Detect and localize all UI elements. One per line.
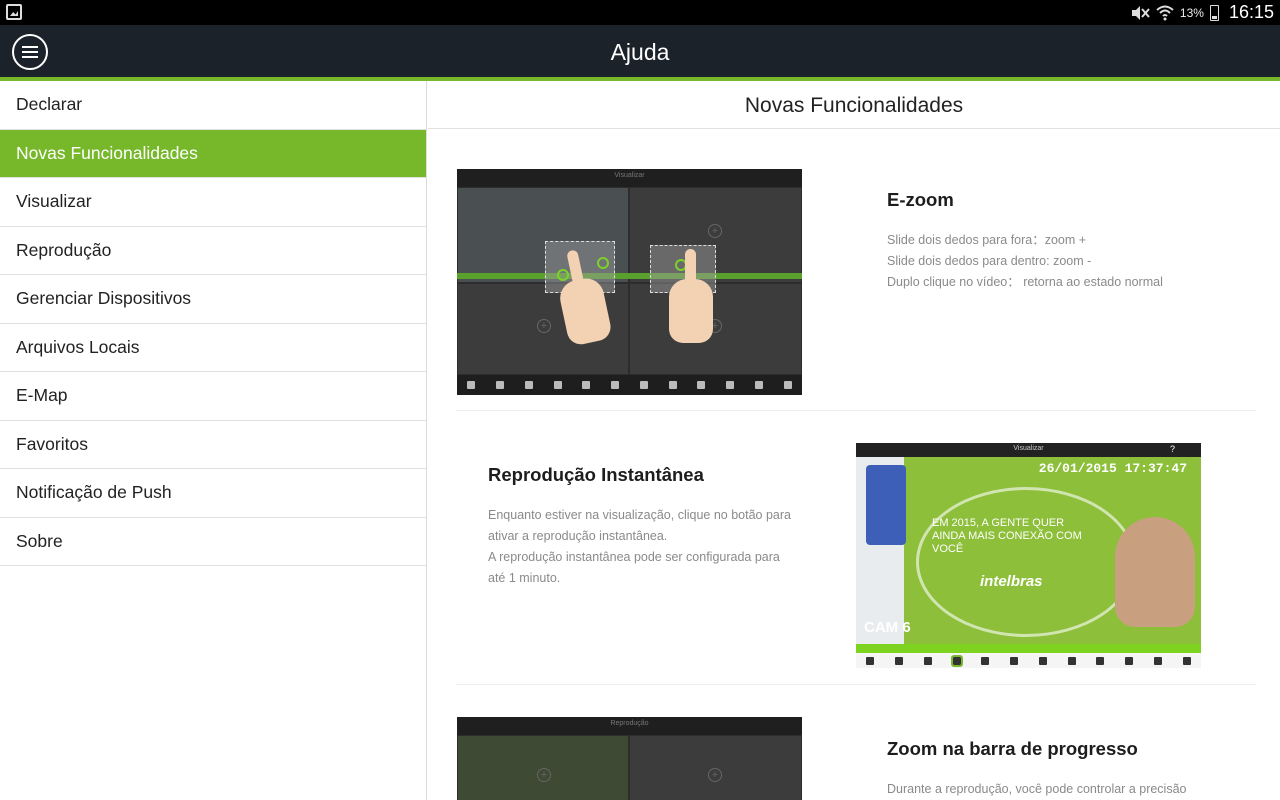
divider: [456, 684, 1256, 685]
feature-zoom-barra-progresso: Zoom na barra de progresso Durante a rep…: [887, 738, 1247, 800]
sidebar-item-notificacao-de-push[interactable]: Notificação de Push: [0, 469, 426, 518]
help-icon: ?: [1169, 444, 1175, 454]
screenshot-title: Reprodução: [610, 720, 649, 727]
feature-reproducao-instantanea: Reprodução Instantânea Enquanto estiver …: [488, 464, 818, 589]
banner-text: EM 2015, A GENTE QUER AINDA MAIS CONEXÃO…: [932, 517, 1082, 555]
camera-label: CAM 6: [864, 619, 911, 636]
camera-feed: 26/01/2015 17:37:47 EM 2015, A GENTE QUE…: [856, 457, 1201, 645]
sidebar-item-arquivos-locais[interactable]: Arquivos Locais: [0, 324, 426, 372]
screenshot-title: Visualizar: [614, 172, 645, 179]
add-channel-icon: +: [708, 224, 722, 238]
child-image: [1115, 517, 1195, 627]
mute-icon: [1130, 5, 1150, 21]
status-bar: 13% 16:15: [0, 0, 1280, 25]
sidebar-item-novas-funcionalidades[interactable]: Novas Funcionalidades: [0, 129, 426, 178]
screenshot-topbar: Visualizar: [457, 169, 802, 187]
divider: [456, 410, 1256, 411]
add-channel-icon: +: [708, 768, 722, 782]
clock: 16:15: [1228, 2, 1274, 22]
sidebar-item-favoritos[interactable]: Favoritos: [0, 421, 426, 469]
app-bar: Ajuda: [0, 25, 1280, 77]
sidebar-item-visualizar[interactable]: Visualizar: [0, 178, 426, 227]
gallery-notification-icon: [6, 4, 22, 20]
feature-description: Enquanto estiver na visualização, clique…: [488, 508, 791, 585]
screenshot-toolbar: [457, 375, 802, 395]
battery-icon: [1209, 4, 1219, 21]
help-sidebar: Declarar Novas Funcionalidades Visualiza…: [0, 81, 427, 800]
screenshot-title: Visualizar: [1013, 445, 1044, 452]
instant-playback-screenshot: Visualizar ? 26/01/2015 17:37:47 EM 2015…: [856, 443, 1201, 668]
screenshot-toolbar: [856, 653, 1201, 668]
content-header: Novas Funcionalidades: [428, 81, 1280, 129]
feature-description: Slide dois dedos para fora：zoom + Slide …: [887, 233, 1163, 289]
feature-title: E-zoom: [887, 189, 954, 210]
hand-gesture-icon: [669, 249, 713, 343]
feature-title: Zoom na barra de progresso: [887, 738, 1138, 759]
battery-percentage: 13%: [1179, 5, 1204, 20]
sidebar-item-declarar[interactable]: Declarar: [0, 81, 426, 130]
feature-title: Reprodução Instantânea: [488, 464, 704, 485]
brand-logo-text: intelbras: [980, 573, 1043, 590]
add-channel-icon: +: [537, 319, 551, 333]
e-zoom-screenshot: Visualizar + + +: [457, 169, 802, 395]
feature-description: Durante a reprodução, você pode controla…: [887, 782, 1187, 796]
sidebar-item-reproducao[interactable]: Reprodução: [0, 227, 426, 275]
camera-timestamp: 26/01/2015 17:37:47: [1038, 461, 1187, 476]
sidebar-item-sobre[interactable]: Sobre: [0, 518, 426, 566]
page-title: Ajuda: [610, 39, 670, 65]
feature-e-zoom: E-zoom Slide dois dedos para fora：zoom +…: [887, 189, 1247, 293]
sidebar-item-e-map[interactable]: E-Map: [0, 372, 426, 421]
add-channel-icon: +: [537, 768, 551, 782]
help-content: Novas Funcionalidades Visualizar + + + E…: [428, 81, 1280, 800]
wifi-icon: [1156, 5, 1174, 21]
progress-zoom-screenshot: Reprodução + +: [457, 717, 802, 800]
sidebar-item-gerenciar-dispositivos[interactable]: Gerenciar Dispositivos: [0, 275, 426, 324]
